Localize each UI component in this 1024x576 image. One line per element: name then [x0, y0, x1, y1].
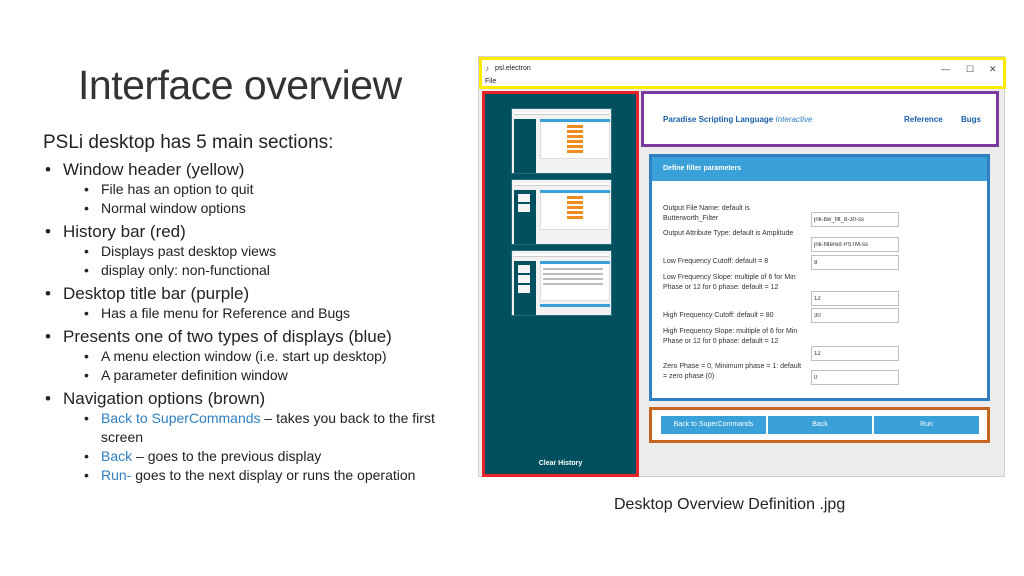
low-frequency-cutoff-input[interactable] [811, 255, 899, 270]
param-label: High Frequency Slope: multiple of 6 for … [663, 328, 798, 345]
slide-title: Interface overview [78, 62, 402, 108]
bullet-displays: Presents one of two types of displays (b… [43, 327, 463, 347]
app-logo-icon: ♪ [485, 64, 489, 73]
nav-link-back-super: Back to SuperCommands [101, 410, 261, 426]
bullet-window-header: Window header (yellow) [43, 160, 463, 180]
desktop-title-bar: Paradise Scripting Language Interactive … [641, 91, 999, 147]
bullet-history-bar: History bar (red) [43, 222, 463, 242]
output-attribute-input[interactable] [811, 237, 899, 252]
panel-header: Define filter parameters [652, 157, 987, 181]
param-label: High Frequency Cutoff: default = 80 [663, 312, 774, 319]
param-label: Output File Name: default is Butterworth… [663, 205, 750, 222]
app-screenshot: ♪ psl.electron File — ☐ ✕ Clear History … [478, 56, 1006, 477]
output-file-name-input[interactable] [811, 212, 899, 227]
back-to-supercommands-button[interactable]: Back to SuperCommands [661, 416, 766, 434]
nav-desc: – goes to the previous display [132, 448, 322, 464]
nav-link-back: Back [101, 448, 133, 464]
bugs-menu[interactable]: Bugs [961, 115, 981, 124]
sub-bullet: File has an option to quit [43, 180, 463, 199]
reference-menu[interactable]: Reference [904, 115, 943, 124]
parameter-panel: Define filter parameters Output File Nam… [649, 154, 990, 401]
high-frequency-slope-input[interactable] [811, 346, 899, 361]
run-button[interactable]: Run [874, 416, 979, 434]
history-thumbnail [511, 179, 612, 245]
bullet-title-bar: Desktop title bar (purple) [43, 284, 463, 304]
intro-text: PSLi desktop has 5 main sections: [43, 132, 334, 153]
bullet-list: PSLi desktop has 5 main sections: Window… [43, 132, 463, 485]
sub-bullet: Displays past desktop views [43, 242, 463, 261]
file-menu[interactable]: File [485, 78, 496, 85]
param-label: Output Attribute Type: default is Amplit… [663, 230, 794, 237]
image-caption: Desktop Overview Definition .jpg [614, 496, 846, 513]
high-frequency-cutoff-input[interactable] [811, 308, 899, 323]
navigation-bar: Back to SuperCommands Back Run [649, 407, 990, 443]
history-thumbnail [511, 250, 612, 316]
sub-bullet: A menu election window (i.e. start up de… [43, 347, 463, 366]
clear-history-button[interactable]: Clear History [485, 460, 636, 467]
window-title: psl.electron [495, 65, 531, 72]
nav-desc: goes to the next display or runs the ope… [131, 467, 416, 483]
history-thumbnail [511, 108, 612, 174]
minimize-icon[interactable]: — [941, 64, 950, 74]
app-name: Paradise Scripting Language Interactive [663, 115, 813, 124]
low-frequency-slope-input[interactable] [811, 291, 899, 306]
sub-bullet: Back – goes to the previous display [43, 447, 463, 466]
sub-bullet: Normal window options [43, 199, 463, 218]
sub-bullet: A parameter definition window [43, 366, 463, 385]
sub-bullet: Has a file menu for Reference and Bugs [43, 304, 463, 323]
zero-phase-input[interactable] [811, 370, 899, 385]
close-icon[interactable]: ✕ [989, 64, 997, 75]
nav-link-run: Run- [101, 467, 132, 483]
maximize-icon[interactable]: ☐ [966, 64, 974, 75]
back-button[interactable]: Back [768, 416, 872, 434]
panel-title: Define filter parameters [663, 165, 742, 172]
sub-bullet: display only: non-functional [43, 261, 463, 280]
history-bar: Clear History [482, 91, 639, 477]
bullet-navigation: Navigation options (brown) [43, 389, 463, 409]
param-label: Zero Phase = 0, Minimum phase = 1: defau… [663, 363, 802, 380]
param-label: Low Frequency Cutoff: default = 8 [663, 258, 769, 265]
sub-bullet: Run- goes to the next display or runs th… [43, 466, 463, 485]
param-label: Low Frequency Slope: multiple of 6 for M… [663, 274, 796, 291]
window-header: ♪ psl.electron File — ☐ ✕ [479, 57, 1006, 89]
sub-bullet: Back to SuperCommands – takes you back t… [43, 409, 463, 447]
